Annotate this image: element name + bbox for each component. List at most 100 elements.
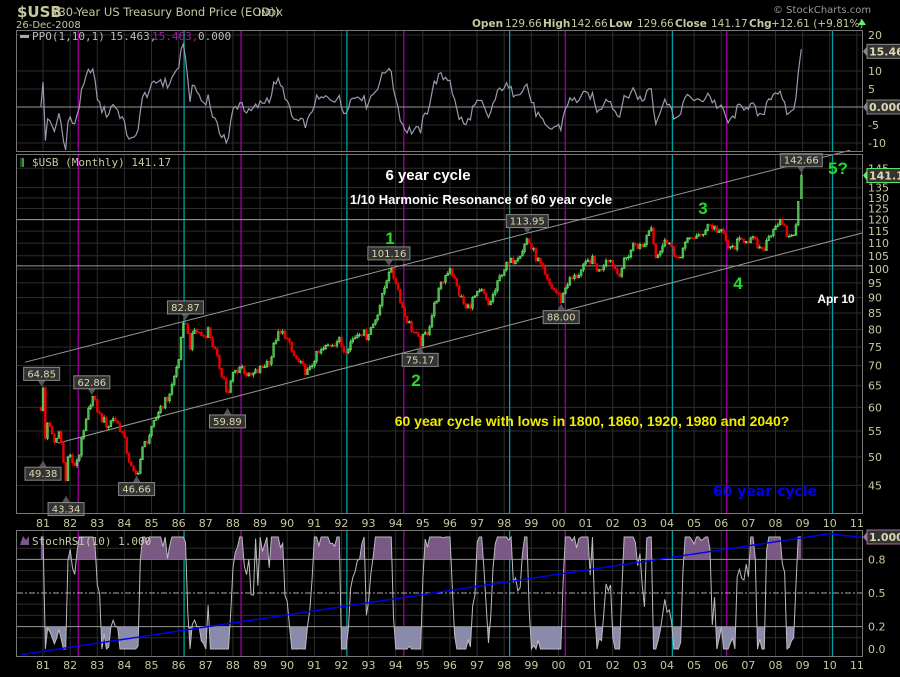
x-tick-label: 11 [850,517,864,530]
label-pointer [181,313,190,320]
ppo-panel [17,42,862,151]
x-tick-label: 96 [443,659,457,672]
candle-body [487,298,490,306]
candle-body [225,378,228,393]
candle-body [100,412,104,423]
candle-body [344,351,348,354]
price-label: 142.66 [784,156,819,167]
x-tick-label: 98 [497,659,511,672]
x-tick-label: 81 [36,659,50,672]
candle-body [674,256,678,258]
x-tick-label: 84 [117,517,131,530]
label-pointer [39,460,47,468]
price-label: 101.16 [371,249,406,260]
ppo-line [40,42,802,151]
candle-body [401,302,404,309]
x-tick-label: 08 [769,659,783,672]
price-label: 59.89 [213,417,242,428]
candle-body [575,274,578,278]
candle-body [295,355,298,359]
candle-body [53,433,56,443]
candle-body [392,268,395,279]
candle-body [98,411,101,414]
candle-body [195,330,199,333]
x-tick-label: 05 [687,659,701,672]
candle-body [64,462,67,482]
candle-body [105,417,108,428]
x-tick-label: 03 [633,517,647,530]
candle-body [227,391,230,393]
area-icon [20,536,29,545]
candle-body [261,365,264,368]
x-tick-label: 04 [660,659,674,672]
candle-body [589,259,592,264]
x-tick-label: 99 [524,659,538,672]
candle-body [417,332,420,337]
ppo-legend-name: PPO(1,10,1) [32,30,105,43]
x-tick-label: 89 [253,659,267,672]
candle-body [59,431,63,444]
x-tick-label: 83 [90,517,104,530]
candle-body [166,397,169,402]
price-tick-label: 80 [868,323,882,336]
candle-body [304,363,307,375]
x-tick-label: 81 [36,517,50,530]
candle-body [543,266,547,275]
candle-body [329,344,332,346]
x-tick-label: 02 [606,659,620,672]
x-tick-label: 90 [280,659,294,672]
x-tick-label: 01 [579,517,593,530]
candle-body [414,332,418,334]
x-tick-label: 93 [362,517,376,530]
candle-body [548,278,551,285]
stochrsi-tick-label: 0.5 [868,587,886,600]
price-label: 113.95 [510,217,545,228]
price-tick-label: 45 [868,479,882,492]
candle-body [188,333,192,350]
open-label: Open [472,18,503,30]
candle-body [360,334,364,336]
price-label: 75.17 [406,355,435,366]
candle-body [202,335,205,337]
ppo-legend-swatch [20,35,29,38]
chg-label: Chg [749,18,772,30]
candle-body [690,237,694,239]
candle-body [116,420,119,424]
candle-body [218,354,221,369]
price-tick-label: 90 [868,292,882,305]
symbol-name: (30-Year US Treasury Bond Price (EOD)) [54,5,279,19]
high-value: 142.66 [571,18,608,30]
candle-body [469,304,472,309]
x-tick-label: 10 [823,659,837,672]
stochrsi-tick-label: 0.2 [868,621,886,634]
candle-body [672,246,676,257]
label-pointer [384,259,393,266]
candle-body [127,452,131,463]
x-tick-label: 94 [389,659,403,672]
candle-body [760,246,764,250]
price-tick-label: 100 [868,263,889,276]
x-tick-label: 88 [226,659,240,672]
ppo-tick-label: -10 [868,137,886,150]
candle-body [636,244,639,249]
ppo-tick-label: 10 [868,65,882,78]
x-tick-label: 87 [199,659,213,672]
candle-body [534,248,538,261]
candle-body [742,239,746,244]
candle-body [641,243,644,248]
candle-body [708,224,712,226]
candle-body [457,285,461,297]
x-tick-label: 00 [551,517,565,530]
wave-3-label: 3 [698,199,707,218]
candle-body [677,256,680,259]
price-tick-label: 115 [868,225,889,238]
candle-body [39,407,43,411]
x-tick-label: 90 [280,517,294,530]
candle-body [399,289,402,304]
x-tick-label: 85 [145,517,159,530]
candle-body [711,224,714,230]
x-tick-label: 07 [741,659,755,672]
ppo-tick-label: -5 [868,119,879,132]
candle-body [365,329,368,340]
x-tick-label: 91 [307,517,321,530]
